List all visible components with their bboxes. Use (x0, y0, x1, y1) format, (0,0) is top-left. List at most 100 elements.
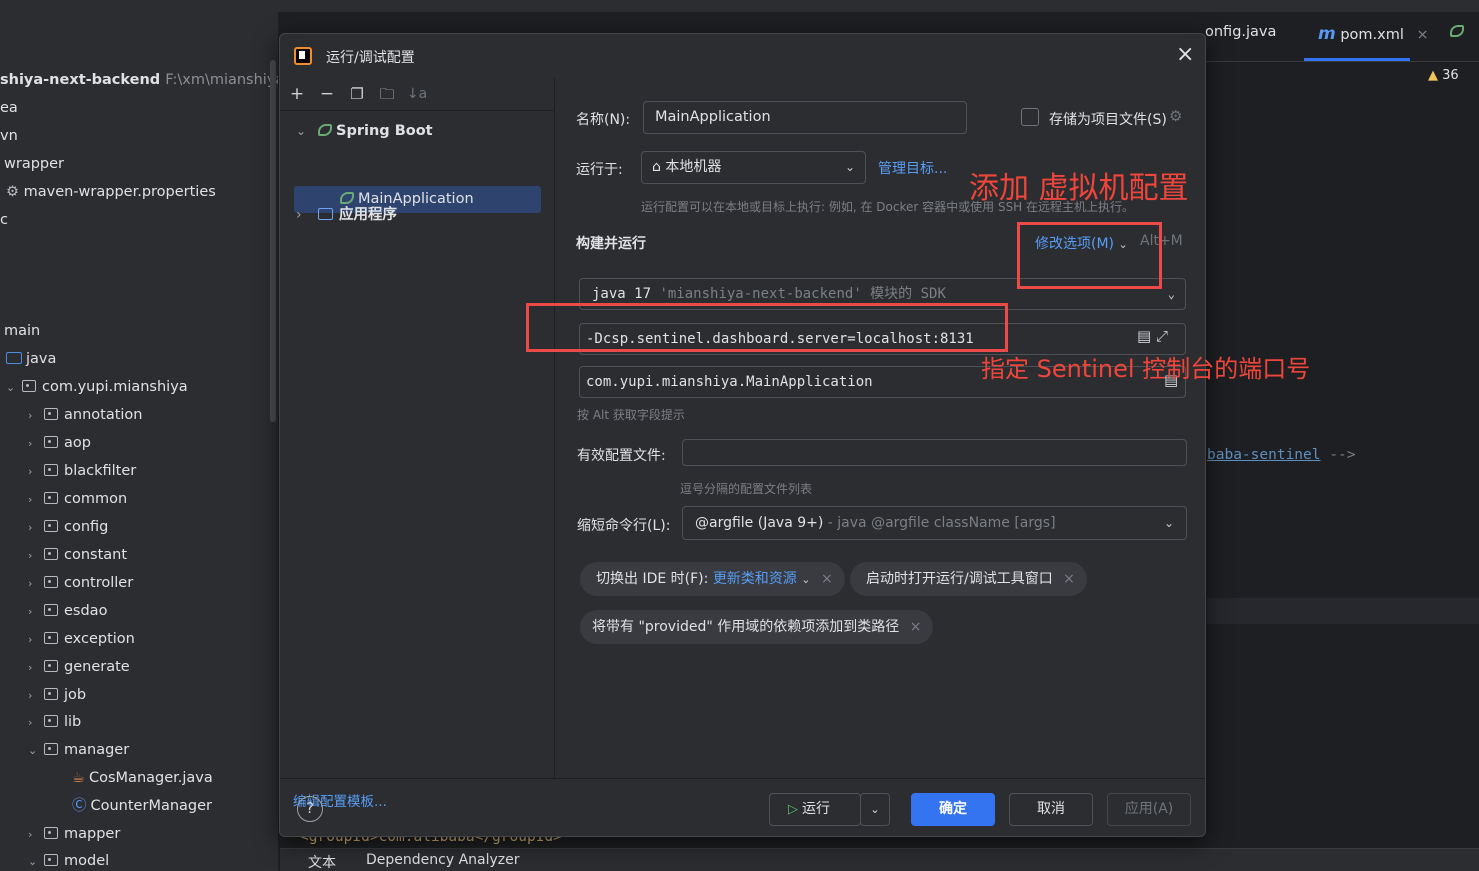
store-as-project-file-checkbox[interactable] (1021, 108, 1039, 126)
on-frame-deactivation-select[interactable]: 更新类和资源 (713, 571, 797, 587)
tree-item-application[interactable]: › 应用程序 (296, 202, 397, 229)
copy-icon[interactable]: ❐ (346, 82, 368, 106)
package-icon (44, 660, 58, 672)
package-icon (44, 827, 58, 839)
tab-dependency-analyzer[interactable]: Dependency Analyzer (366, 852, 520, 868)
tree-item-package[interactable]: › annotation (28, 401, 142, 429)
chevron-right-icon[interactable]: › (28, 458, 44, 486)
chevron-right-icon[interactable]: › (28, 570, 44, 598)
ok-button[interactable]: 确定 (911, 793, 995, 826)
tree-item-file[interactable]: Ⓒ CounterManager (72, 792, 212, 820)
tree-item-package[interactable]: › job (28, 681, 86, 709)
tree-item-maven-wrapper-properties[interactable]: ⚙ maven-wrapper.properties (6, 178, 216, 206)
project-scrollbar[interactable] (270, 60, 276, 422)
help-button[interactable]: ? (297, 796, 323, 822)
sort-icon[interactable]: ↓a (406, 82, 428, 106)
tree-item-package[interactable]: › config (28, 513, 108, 541)
manage-targets-link[interactable]: 管理目标... (878, 158, 947, 178)
tree-item[interactable]: vn (0, 122, 18, 150)
chevron-right-icon[interactable]: › (28, 682, 44, 710)
cancel-button[interactable]: 取消 (1009, 793, 1093, 826)
chevron-down-icon: ⌄ (1163, 516, 1174, 530)
gear-icon[interactable]: ⚙ (1169, 107, 1182, 125)
name-input[interactable]: MainApplication (643, 101, 967, 134)
shorten-command-desc: - java @argfile className [args] (823, 515, 1056, 531)
chevron-down-icon[interactable]: ⌄ (801, 573, 810, 586)
run-on-select[interactable]: ⌂ 本地机器 ⌄ (641, 151, 866, 184)
option-chip-frame-deactivation: 切换出 IDE 时(F): 更新类和资源 ⌄ × (580, 562, 845, 596)
tree-item-root-package[interactable]: ⌄ com.yupi.mianshiya (6, 373, 188, 401)
code-token: baba-sentinel (1207, 447, 1321, 463)
chevron-down-icon[interactable]: ⌄ (6, 374, 22, 402)
package-icon (44, 436, 58, 448)
tree-item-label: c (0, 212, 8, 228)
expand-icon[interactable]: ▤ ⤢ (1137, 327, 1168, 345)
package-icon (44, 854, 58, 866)
divider (280, 110, 555, 111)
tab-config-java[interactable]: onfig.java (1205, 24, 1276, 40)
tree-item-package[interactable]: › aop (28, 429, 91, 457)
close-icon[interactable]: × (910, 619, 922, 635)
chevron-right-icon[interactable]: › (28, 430, 44, 458)
tab-spring-file[interactable] (1450, 24, 1468, 40)
close-icon[interactable]: × (1176, 43, 1194, 67)
remove-icon[interactable]: − (316, 82, 338, 106)
tab-text[interactable]: 文本 (308, 852, 336, 871)
tree-item-label: 应用程序 (339, 207, 397, 223)
package-icon (44, 715, 58, 727)
chevron-right-icon[interactable]: › (28, 402, 44, 430)
shorten-command-label: 缩短命令行(L): (577, 518, 671, 534)
close-icon[interactable]: × (1416, 27, 1428, 43)
package-icon (44, 632, 58, 644)
chevron-right-icon[interactable]: › (28, 821, 44, 849)
tree-item-package[interactable]: › common (28, 485, 127, 513)
chevron-right-icon[interactable]: › (28, 486, 44, 514)
close-icon[interactable]: × (821, 571, 833, 587)
tree-item-label: annotation (64, 407, 143, 423)
tree-item-spring-boot[interactable]: ⌄ Spring Boot (296, 118, 433, 145)
run-options-dropdown[interactable]: ⌄ (860, 793, 890, 826)
apply-button[interactable]: 应用(A) (1107, 793, 1191, 826)
tree-item-package[interactable]: › controller (28, 569, 133, 597)
tree-item-package[interactable]: › generate (28, 653, 130, 681)
add-icon[interactable]: + (286, 82, 308, 106)
active-profiles-input[interactable] (682, 439, 1187, 466)
tree-item-package[interactable]: ⌄ model (28, 847, 109, 871)
tree-item-package[interactable]: › blackfilter (28, 457, 136, 485)
move-to-folder-icon[interactable]: 🗀 (376, 82, 398, 106)
project-root-row[interactable]: shiya-next-backend F:\xm\mianshiya-ba (0, 66, 278, 94)
chevron-right-icon[interactable]: › (28, 514, 44, 542)
chevron-right-icon[interactable]: › (28, 654, 44, 682)
chevron-right-icon[interactable]: › (28, 542, 44, 570)
tree-item-main[interactable]: main (4, 317, 40, 345)
chevron-down-icon[interactable]: ⌄ (28, 737, 44, 765)
chevron-down-icon[interactable]: ⌄ (28, 848, 44, 871)
tree-item-file[interactable]: ☕ CosManager.java (72, 764, 213, 792)
run-on-value: 本地机器 (665, 159, 722, 175)
tree-item-package[interactable]: › mapper (28, 820, 120, 848)
chevron-right-icon[interactable]: › (28, 598, 44, 626)
chevron-right-icon[interactable]: › (28, 626, 44, 654)
tree-item-package-manager[interactable]: ⌄ manager (28, 736, 129, 764)
tree-item-package[interactable]: › constant (28, 541, 127, 569)
shorten-command-select[interactable]: @argfile (Java 9+) - java @argfile class… (682, 506, 1187, 540)
tree-item[interactable]: ea (0, 94, 18, 122)
chevron-right-icon[interactable]: › (28, 709, 44, 737)
tree-item-label: job (64, 687, 87, 703)
spring-boot-icon (318, 124, 332, 136)
tree-item-wrapper[interactable]: wrapper (4, 150, 64, 178)
tree-item-package[interactable]: › exception (28, 625, 135, 653)
code-token: --> (1320, 447, 1356, 463)
chevron-down-icon[interactable]: ⌄ (296, 118, 318, 145)
run-button[interactable]: ▷ 运行 (769, 793, 861, 826)
tree-item-label: controller (64, 575, 134, 591)
tree-item-package[interactable]: › lib (28, 708, 81, 736)
close-icon[interactable]: × (1063, 571, 1075, 587)
tab-pom-xml[interactable]: m pom.xml × (1318, 24, 1429, 44)
tree-item-java[interactable]: java (6, 345, 56, 373)
tree-item-package[interactable]: › esdao (28, 597, 107, 625)
shorten-command-value: @argfile (Java 9+) (695, 515, 824, 531)
inspection-warnings[interactable]: ▲ 36 (1428, 68, 1459, 83)
chevron-right-icon[interactable]: › (296, 202, 318, 229)
tree-item[interactable]: c (0, 206, 8, 234)
